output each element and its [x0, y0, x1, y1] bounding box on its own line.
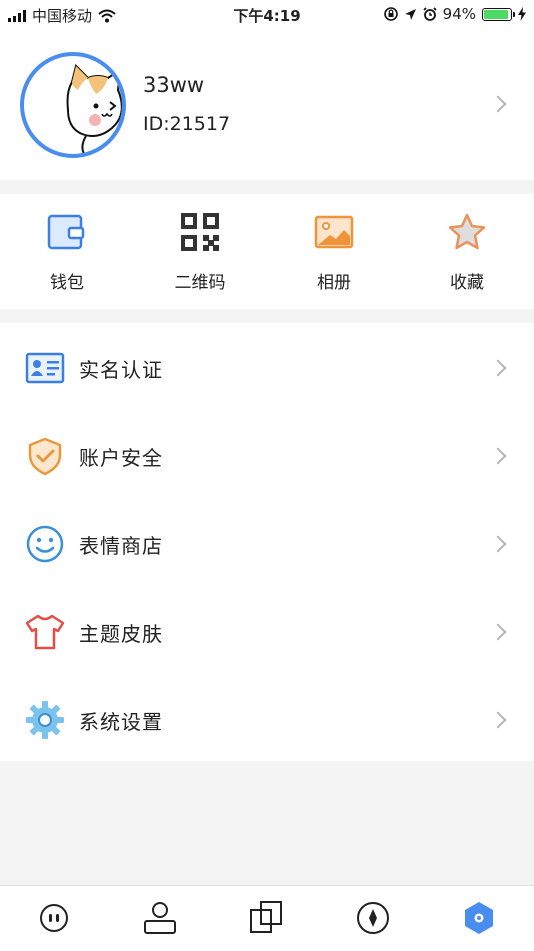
menu-item-label: 实名认证 — [79, 358, 163, 382]
menu-item-system-settings[interactable]: 系统设置 — [0, 675, 534, 763]
quick-action-favorites[interactable]: 收藏 — [400, 194, 534, 309]
quick-action-label: 收藏 — [450, 273, 484, 293]
settings-menu: 实名认证 账户安全 表情商店 主题皮肤 系统设置 — [0, 323, 534, 761]
alarm-icon — [423, 7, 437, 21]
shield-check-icon — [28, 437, 62, 476]
status-bar: 中国移动 下午4:19 94% — [0, 0, 534, 28]
rotation-lock-icon — [383, 7, 398, 21]
profile-username: 33ww — [143, 73, 205, 97]
chevron-right-icon — [489, 359, 507, 377]
squares-icon — [250, 901, 282, 933]
cat-avatar-icon — [66, 64, 122, 154]
photo-album-icon — [314, 215, 354, 249]
contacts-icon — [144, 902, 176, 934]
quick-action-photo-album[interactable]: 相册 — [267, 194, 401, 309]
menu-item-label: 系统设置 — [79, 710, 163, 734]
tab-me[interactable] — [461, 900, 497, 936]
chevron-right-icon — [489, 535, 507, 553]
tab-discover[interactable] — [355, 900, 391, 936]
profile-card[interactable]: 33ww ID:21517 — [0, 28, 534, 180]
menu-item-label: 表情商店 — [79, 534, 163, 558]
quick-action-wallet[interactable]: 钱包 — [0, 194, 134, 309]
chevron-right-icon — [489, 623, 507, 641]
location-arrow-icon — [404, 8, 416, 20]
quick-action-label: 钱包 — [50, 273, 84, 293]
star-icon — [448, 213, 486, 250]
profile-user-id: ID:21517 — [143, 113, 231, 135]
bottom-tab-bar — [0, 885, 534, 951]
chevron-right-icon — [489, 447, 507, 465]
tab-chat[interactable] — [36, 900, 72, 936]
avatar[interactable] — [20, 52, 126, 158]
chevron-right-icon — [489, 95, 507, 113]
quick-action-qr-code[interactable]: 二维码 — [133, 194, 267, 309]
id-card-icon — [25, 352, 65, 384]
tab-contacts[interactable] — [142, 900, 178, 936]
menu-item-label: 主题皮肤 — [79, 622, 163, 646]
chat-icon — [40, 904, 68, 932]
battery-percent: 94% — [442, 5, 476, 23]
menu-item-label: 账户安全 — [79, 446, 163, 470]
quick-actions: 钱包 二维码 相册 收藏 — [0, 194, 534, 309]
me-hexagon-icon — [465, 902, 493, 934]
discover-compass-icon — [357, 902, 389, 934]
chevron-right-icon — [489, 711, 507, 729]
menu-item-account-security[interactable]: 账户安全 — [0, 411, 534, 499]
qr-code-icon — [181, 213, 219, 251]
gear-icon — [26, 701, 64, 739]
menu-item-sticker-store[interactable]: 表情商店 — [0, 499, 534, 587]
quick-action-label: 二维码 — [174, 273, 226, 293]
battery-icon — [482, 7, 515, 21]
tshirt-icon — [25, 614, 65, 650]
menu-item-theme-skin[interactable]: 主题皮肤 — [0, 587, 534, 675]
tab-groups[interactable] — [249, 900, 285, 936]
smiley-icon — [26, 525, 64, 563]
quick-action-label: 相册 — [317, 273, 351, 293]
menu-item-real-name-auth[interactable]: 实名认证 — [0, 323, 534, 411]
charging-bolt-icon — [518, 7, 526, 21]
wallet-icon — [47, 214, 85, 250]
